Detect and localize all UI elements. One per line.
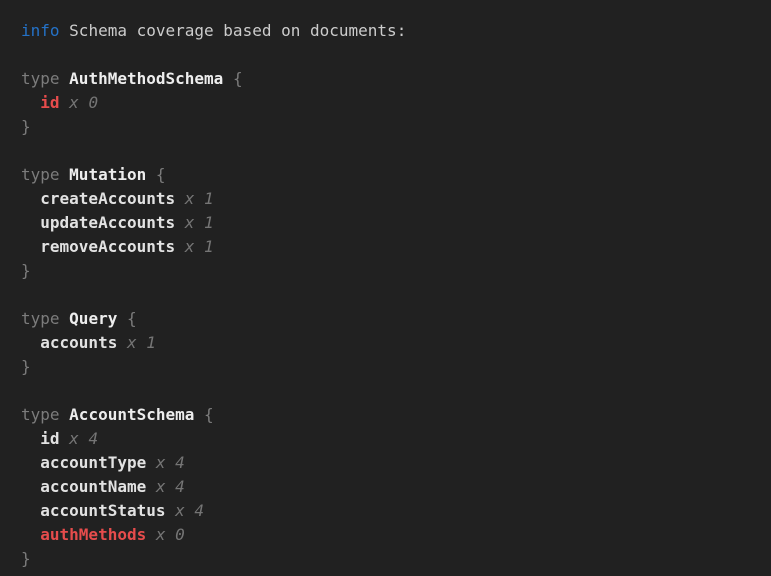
field-usage-count: x 1 (185, 237, 214, 256)
type-block: type AuthMethodSchema { id x 0} (21, 67, 763, 139)
space (60, 93, 70, 112)
type-block: type Mutation { createAccounts x 1 updat… (21, 163, 763, 283)
space (194, 405, 204, 424)
type-header-line: type AuthMethodSchema { (21, 67, 763, 91)
open-brace: { (233, 69, 243, 88)
open-brace: { (127, 309, 137, 328)
field-usage-count: x 4 (156, 453, 185, 472)
field-row: removeAccounts x 1 (21, 235, 763, 259)
space (60, 429, 70, 448)
indent (21, 333, 40, 352)
field-row: accountName x 4 (21, 475, 763, 499)
field-usage-count: x 0 (69, 93, 98, 112)
field-name: updateAccounts (40, 213, 175, 232)
field-row: createAccounts x 1 (21, 187, 763, 211)
field-name: accountStatus (40, 501, 165, 520)
indent (21, 501, 40, 520)
space (175, 237, 185, 256)
field-row: authMethods x 0 (21, 523, 763, 547)
field-row: id x 0 (21, 91, 763, 115)
type-header-line: type Query { (21, 307, 763, 331)
space (60, 21, 70, 40)
terminal-output: info Schema coverage based on documents:… (0, 0, 771, 576)
indent (21, 525, 40, 544)
field-name: accountType (40, 453, 146, 472)
type-name: AccountSchema (69, 405, 194, 424)
type-header-line: type AccountSchema { (21, 403, 763, 427)
type-block: type AccountSchema { id x 4 accountType … (21, 403, 763, 571)
indent (21, 213, 40, 232)
field-row: updateAccounts x 1 (21, 211, 763, 235)
indent (21, 477, 40, 496)
log-level-info-label: info (21, 21, 60, 40)
schema-coverage-blocks: type AuthMethodSchema { id x 0}type Muta… (21, 67, 763, 571)
field-usage-count: x 4 (69, 429, 98, 448)
field-name: accounts (40, 333, 117, 352)
open-brace: { (156, 165, 166, 184)
type-keyword: type (21, 309, 60, 328)
field-row: accounts x 1 (21, 331, 763, 355)
field-name: id (40, 429, 59, 448)
space (60, 405, 70, 424)
field-row: accountStatus x 4 (21, 499, 763, 523)
field-row: id x 4 (21, 427, 763, 451)
type-name: Mutation (69, 165, 146, 184)
info-message: Schema coverage based on documents: (69, 21, 406, 40)
type-keyword: type (21, 69, 60, 88)
space (223, 69, 233, 88)
indent (21, 429, 40, 448)
indent (21, 453, 40, 472)
space (60, 69, 70, 88)
space (146, 525, 156, 544)
space (60, 309, 70, 328)
info-line: info Schema coverage based on documents: (21, 19, 763, 43)
close-brace: } (21, 259, 763, 283)
indent (21, 237, 40, 256)
field-row: accountType x 4 (21, 451, 763, 475)
indent (21, 93, 40, 112)
space (175, 213, 185, 232)
space (146, 477, 156, 496)
field-usage-count: x 1 (127, 333, 156, 352)
close-brace: } (21, 355, 763, 379)
space (146, 165, 156, 184)
close-brace: } (21, 115, 763, 139)
field-name: removeAccounts (40, 237, 175, 256)
field-usage-count: x 0 (156, 525, 185, 544)
type-header-line: type Mutation { (21, 163, 763, 187)
type-keyword: type (21, 405, 60, 424)
indent (21, 189, 40, 208)
open-brace: { (204, 405, 214, 424)
space (60, 165, 70, 184)
space (146, 453, 156, 472)
field-usage-count: x 1 (185, 189, 214, 208)
field-name: authMethods (40, 525, 146, 544)
type-name: Query (69, 309, 117, 328)
field-usage-count: x 1 (185, 213, 214, 232)
space (117, 309, 127, 328)
space (166, 501, 176, 520)
space (175, 189, 185, 208)
field-name: createAccounts (40, 189, 175, 208)
field-name: id (40, 93, 59, 112)
space (117, 333, 127, 352)
field-usage-count: x 4 (175, 501, 204, 520)
type-name: AuthMethodSchema (69, 69, 223, 88)
close-brace: } (21, 547, 763, 571)
type-block: type Query { accounts x 1} (21, 307, 763, 379)
field-name: accountName (40, 477, 146, 496)
field-usage-count: x 4 (156, 477, 185, 496)
type-keyword: type (21, 165, 60, 184)
